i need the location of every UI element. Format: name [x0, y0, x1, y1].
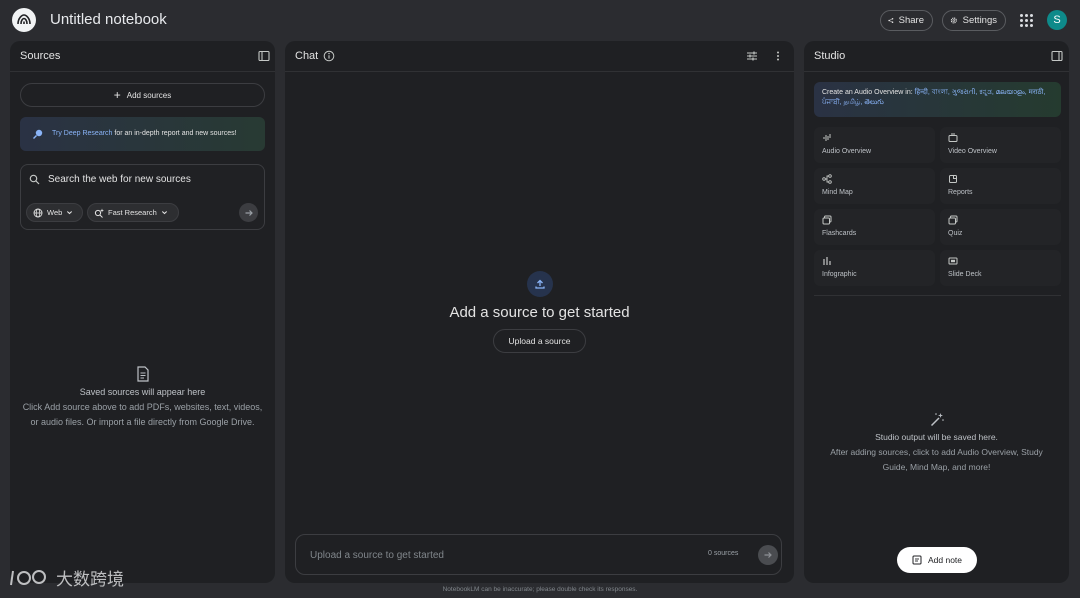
tile-label: Audio Overview: [822, 148, 872, 155]
footer-disclaimer: NotebookLM can be inaccurate; please dou…: [442, 586, 638, 593]
notebook-title[interactable]: Untitled notebook: [50, 11, 167, 28]
research-mode-dropdown[interactable]: Fast Research: [87, 203, 179, 222]
collapse-panel-icon[interactable]: [258, 50, 270, 62]
chat-title: Chat: [295, 50, 319, 62]
studio-title: Studio: [814, 50, 846, 62]
tile-label: Quiz: [948, 230, 963, 237]
sources-empty-title: Saved sources will appear here: [79, 387, 206, 397]
deep-research-banner[interactable]: Try Deep Research for an in-depth report…: [20, 117, 265, 151]
search-submit-button[interactable]: [239, 203, 258, 222]
chat-header: Chat: [285, 41, 794, 72]
share-button[interactable]: Share: [880, 10, 933, 31]
web-chip-label: Web: [47, 208, 63, 217]
apps-grid-icon[interactable]: [1018, 12, 1034, 28]
tile-label: Infographic: [822, 271, 857, 278]
add-sources-button[interactable]: + Add sources: [20, 83, 265, 107]
share-icon: [888, 18, 894, 23]
studio-tile-flashcards[interactable]: Flashcards: [814, 209, 935, 245]
studio-panel: Studio Create an Audio Overview in: हिन्…: [804, 41, 1069, 583]
more-vert-icon[interactable]: [772, 50, 784, 62]
upload-icon: [526, 271, 553, 297]
audio-waveform-icon: [823, 134, 831, 141]
research-sparkle-icon: [94, 208, 104, 218]
arrow-right-icon: [764, 552, 772, 558]
chevron-down-icon: [161, 211, 167, 215]
deep-research-text: for an in-depth report and new sources!: [112, 130, 237, 137]
tile-label: Slide Deck: [948, 271, 982, 278]
web-search-box: Web Fast Research: [20, 164, 265, 230]
sources-empty-state: Saved sources will appear here Click Add…: [10, 366, 275, 430]
studio-empty-title: Studio output will be saved here.: [875, 432, 998, 442]
infographic-icon: [823, 257, 831, 265]
audio-overview-language-banner[interactable]: Create an Audio Overview in: हिन्दी, বাং…: [814, 82, 1061, 117]
deep-research-icon: [33, 129, 43, 139]
magic-wand-icon: [930, 413, 944, 427]
reports-icon: [949, 175, 957, 183]
note-icon: [912, 555, 922, 565]
sources-header: Sources: [10, 41, 275, 72]
settings-button[interactable]: Settings: [942, 10, 1006, 31]
plus-icon: +: [113, 88, 121, 102]
tile-label: Reports: [948, 189, 973, 196]
sources-empty-body: Click Add source above to add PDFs, webs…: [22, 402, 263, 427]
collapse-panel-icon[interactable]: [1051, 50, 1063, 62]
top-bar: Untitled notebook Share Settings S: [0, 0, 1080, 40]
studio-tile-video-overview[interactable]: Video Overview: [940, 127, 1061, 163]
studio-empty-body: After adding sources, click to add Audio…: [830, 447, 1043, 472]
studio-tile-quiz[interactable]: Quiz: [940, 209, 1061, 245]
chevron-down-icon: [67, 211, 73, 215]
sources-panel: Sources + Add sources Try Deep Research …: [10, 41, 275, 583]
chat-composer: 0 sources: [295, 534, 782, 575]
studio-header: Studio: [804, 41, 1069, 72]
chat-panel: Chat Add a source to get started Upload …: [285, 41, 794, 583]
watermark-logo-icon: [10, 569, 46, 585]
search-input[interactable]: [48, 171, 248, 187]
notebooklm-logo-icon[interactable]: [12, 8, 36, 32]
tile-label: Flashcards: [822, 230, 857, 237]
document-icon: [136, 366, 149, 382]
send-button[interactable]: [758, 545, 778, 565]
studio-tile-slide-deck[interactable]: Slide Deck: [940, 250, 1061, 286]
flashcards-icon: [822, 215, 832, 225]
mind-map-icon: [822, 174, 832, 184]
studio-tile-reports[interactable]: Reports: [940, 168, 1061, 204]
web-source-dropdown[interactable]: Web: [26, 203, 83, 222]
chat-heading: Add a source to get started: [449, 304, 630, 321]
studio-tile-audio-overview[interactable]: Audio Overview: [814, 127, 935, 163]
arrow-right-icon: [245, 209, 253, 216]
add-note-label: Add note: [927, 555, 963, 565]
watermark-text: 大数跨境: [56, 570, 124, 590]
tile-label: Mind Map: [822, 189, 853, 196]
info-icon[interactable]: [323, 50, 335, 62]
chat-empty-state: Add a source to get started Upload a sou…: [285, 271, 794, 353]
settings-label: Settings: [962, 15, 997, 26]
studio-empty-state: Studio output will be saved here. After …: [804, 412, 1069, 475]
audio-banner-prefix: Create an Audio Overview in:: [822, 89, 915, 96]
share-label: Share: [898, 15, 924, 26]
globe-icon: [33, 208, 43, 217]
studio-tile-mind-map[interactable]: Mind Map: [814, 168, 935, 204]
deep-research-link[interactable]: Try Deep Research: [52, 130, 112, 137]
sources-title: Sources: [20, 50, 61, 62]
source-count: 0 sources: [708, 550, 739, 557]
avatar[interactable]: S: [1047, 10, 1067, 30]
gear-icon: [950, 17, 957, 24]
divider: [814, 295, 1061, 296]
search-icon: [29, 174, 40, 185]
slide-deck-icon: [948, 257, 958, 265]
add-sources-label: Add sources: [126, 90, 172, 100]
add-note-button[interactable]: Add note: [897, 547, 977, 573]
chat-input[interactable]: [310, 547, 670, 563]
watermark: 大数跨境: [10, 565, 124, 590]
upload-source-button[interactable]: Upload a source: [492, 329, 587, 353]
video-icon: [948, 133, 958, 142]
studio-tile-infographic[interactable]: Infographic: [814, 250, 935, 286]
research-mode-label: Fast Research: [108, 208, 157, 217]
quiz-icon: [948, 215, 958, 225]
tile-label: Video Overview: [948, 148, 997, 155]
tune-settings-icon[interactable]: [746, 50, 758, 62]
